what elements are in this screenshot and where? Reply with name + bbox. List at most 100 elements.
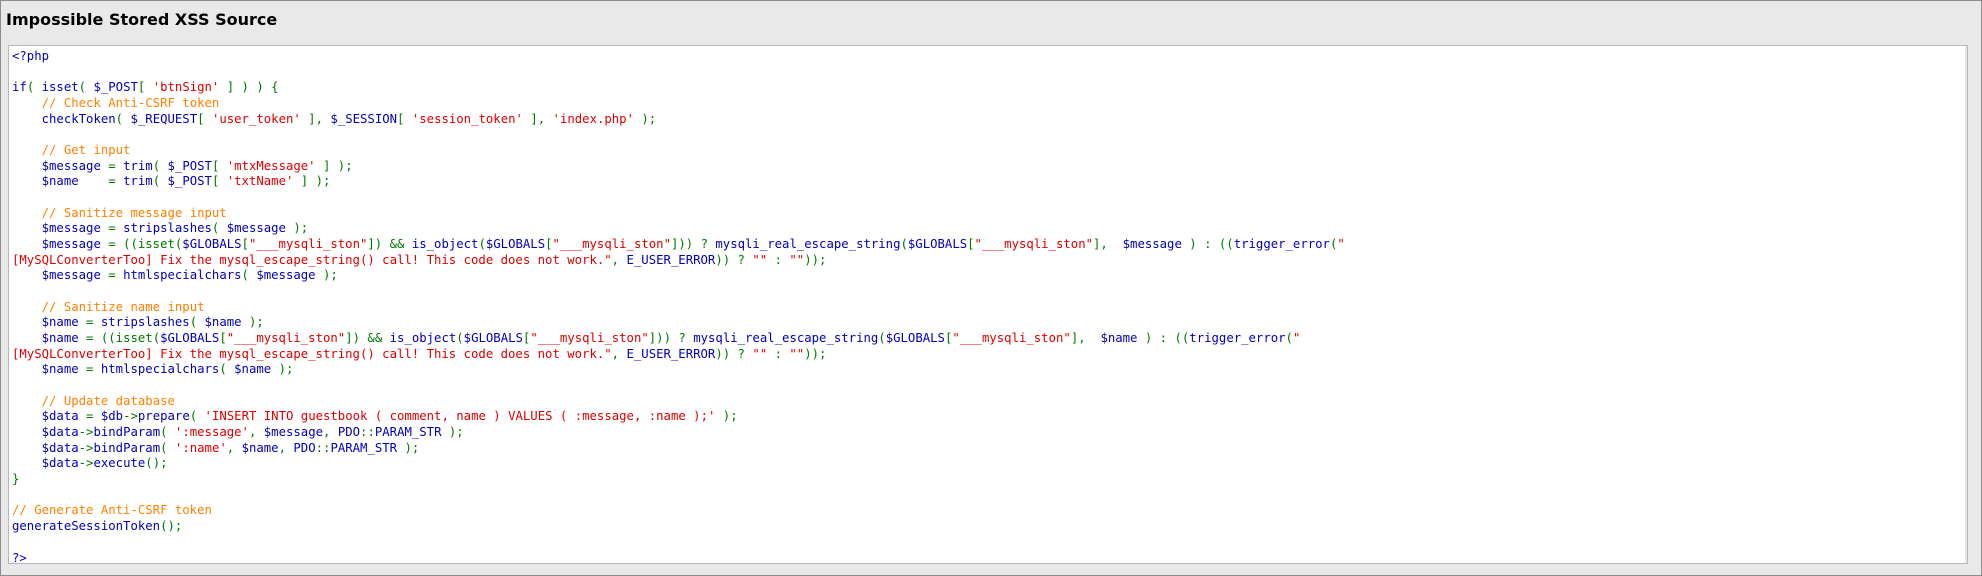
code-token: ,: [226, 440, 242, 455]
code-token: ':name': [174, 440, 227, 455]
code-token: ->: [78, 440, 94, 455]
code-token: ,: [323, 425, 338, 440]
code-token: prepare: [137, 409, 190, 424]
code-token: htmlspecialchars: [123, 268, 242, 283]
code-token: [MySQLConverterToo] Fix the mysql_escape…: [12, 252, 612, 267]
code-token: PDO: [293, 440, 316, 455]
code-token: [: [219, 331, 227, 346]
code-line: }: [12, 472, 1345, 488]
code-token: :: [767, 346, 790, 361]
code-token: $name: [204, 315, 242, 330]
code-token: (: [878, 331, 886, 346]
code-line: $message = stripslashes( $message );: [12, 221, 1345, 237]
code-token: $GLOBALS: [182, 237, 242, 252]
code-token: "___mysqli_ston": [248, 237, 368, 252]
code-token: [: [211, 174, 227, 189]
code-line: // Check Anti-CSRF token: [12, 96, 1345, 112]
code-line: $name = ((isset($GLOBALS["___mysqli_ston…: [12, 331, 1345, 347]
code-token: ?>: [12, 550, 27, 564]
code-token: (: [241, 268, 257, 283]
code-token: (: [78, 80, 94, 95]
code-line: [MySQLConverterToo] Fix the mysql_escape…: [12, 347, 1345, 363]
code-token: $name: [234, 362, 272, 377]
code-token: [: [197, 111, 212, 126]
code-token: ": [1337, 237, 1345, 252]
code-token: =: [78, 315, 101, 330]
code-token: $name: [41, 315, 79, 330]
code-token: =: [100, 158, 124, 173]
code-token: (: [1285, 331, 1293, 346]
code-token: );: [397, 440, 420, 455]
code-token: (: [478, 237, 486, 252]
code-token: trim: [123, 158, 153, 173]
code-token: 'btnSign': [152, 80, 220, 95]
code-token: )) ?: [715, 252, 753, 267]
code-line: [MySQLConverterToo] Fix the mysql_escape…: [12, 253, 1345, 269]
code-line: $data->bindParam( ':name', $name, PDO::P…: [12, 441, 1345, 457]
code-token: [: [241, 237, 249, 252]
code-line: // Sanitize name input: [12, 300, 1345, 316]
source-code: <?php if( isset( $_POST[ 'btnSign' ] ) )…: [12, 49, 1345, 564]
code-token: $data: [41, 409, 79, 424]
code-token: (: [115, 111, 131, 126]
code-token: 'txtName': [226, 174, 294, 189]
code-line: $message = ((isset($GLOBALS["___mysqli_s…: [12, 237, 1345, 253]
code-token: $GLOBALS: [485, 237, 546, 252]
scrollbar-track[interactable]: [1965, 46, 1967, 563]
code-token: if: [12, 80, 27, 95]
code-token: ])) ?: [648, 331, 694, 346]
code-token: "": [752, 346, 768, 361]
code-token: 'index.php': [552, 111, 634, 126]
code-token: (: [900, 237, 908, 252]
code-token: ])) ?: [670, 237, 716, 252]
code-token: // Update database: [41, 393, 175, 408]
code-token: (: [211, 221, 227, 236]
code-line: $data->bindParam( ':message', $message, …: [12, 425, 1345, 441]
code-token: ],: [1093, 237, 1123, 252]
code-token: $message: [41, 221, 101, 236]
code-token: $name: [41, 331, 79, 346]
code-token: $_POST: [167, 174, 212, 189]
code-token: bindParam: [93, 440, 161, 455]
code-line: <?php: [12, 49, 1345, 65]
code-token: "___mysqli_ston": [530, 331, 649, 346]
code-line: $data = $db->prepare( 'INSERT INTO guest…: [12, 409, 1345, 425]
code-token: );: [241, 315, 264, 330]
code-token: $db: [100, 409, 124, 424]
code-token: ->: [78, 456, 94, 471]
code-token: }: [12, 472, 20, 487]
code-token: trigger_error: [1233, 237, 1330, 252]
code-token: checkToken: [41, 111, 116, 126]
code-token: "___mysqli_ston": [974, 237, 1094, 252]
code-line: if( isset( $_POST[ 'btnSign' ] ) ) {: [12, 80, 1345, 96]
code-token: ] );: [293, 174, 331, 189]
code-token: ],: [1070, 331, 1101, 346]
code-token: $GLOBALS: [907, 237, 968, 252]
code-panel[interactable]: <?php if( isset( $_POST[ 'btnSign' ] ) )…: [8, 45, 1968, 564]
code-token: // Generate Anti-CSRF token: [12, 503, 212, 518]
code-token: (: [189, 409, 205, 424]
code-token: $message: [41, 268, 101, 283]
code-token: "": [789, 346, 805, 361]
source-window: Impossible Stored XSS Source <?php if( i…: [0, 0, 1982, 576]
code-token: $data: [41, 440, 79, 455]
code-token: (: [26, 80, 42, 95]
code-token: [: [545, 237, 553, 252]
code-token: ],: [522, 111, 553, 126]
code-token: $_REQUEST: [130, 111, 198, 126]
code-line: $message = htmlspecialchars( $message );: [12, 268, 1345, 284]
code-token: ));: [804, 346, 827, 361]
code-token: $data: [41, 456, 79, 471]
page-title: Impossible Stored XSS Source: [6, 10, 278, 29]
code-token: 'INSERT INTO guestbook ( comment, name )…: [204, 409, 716, 424]
